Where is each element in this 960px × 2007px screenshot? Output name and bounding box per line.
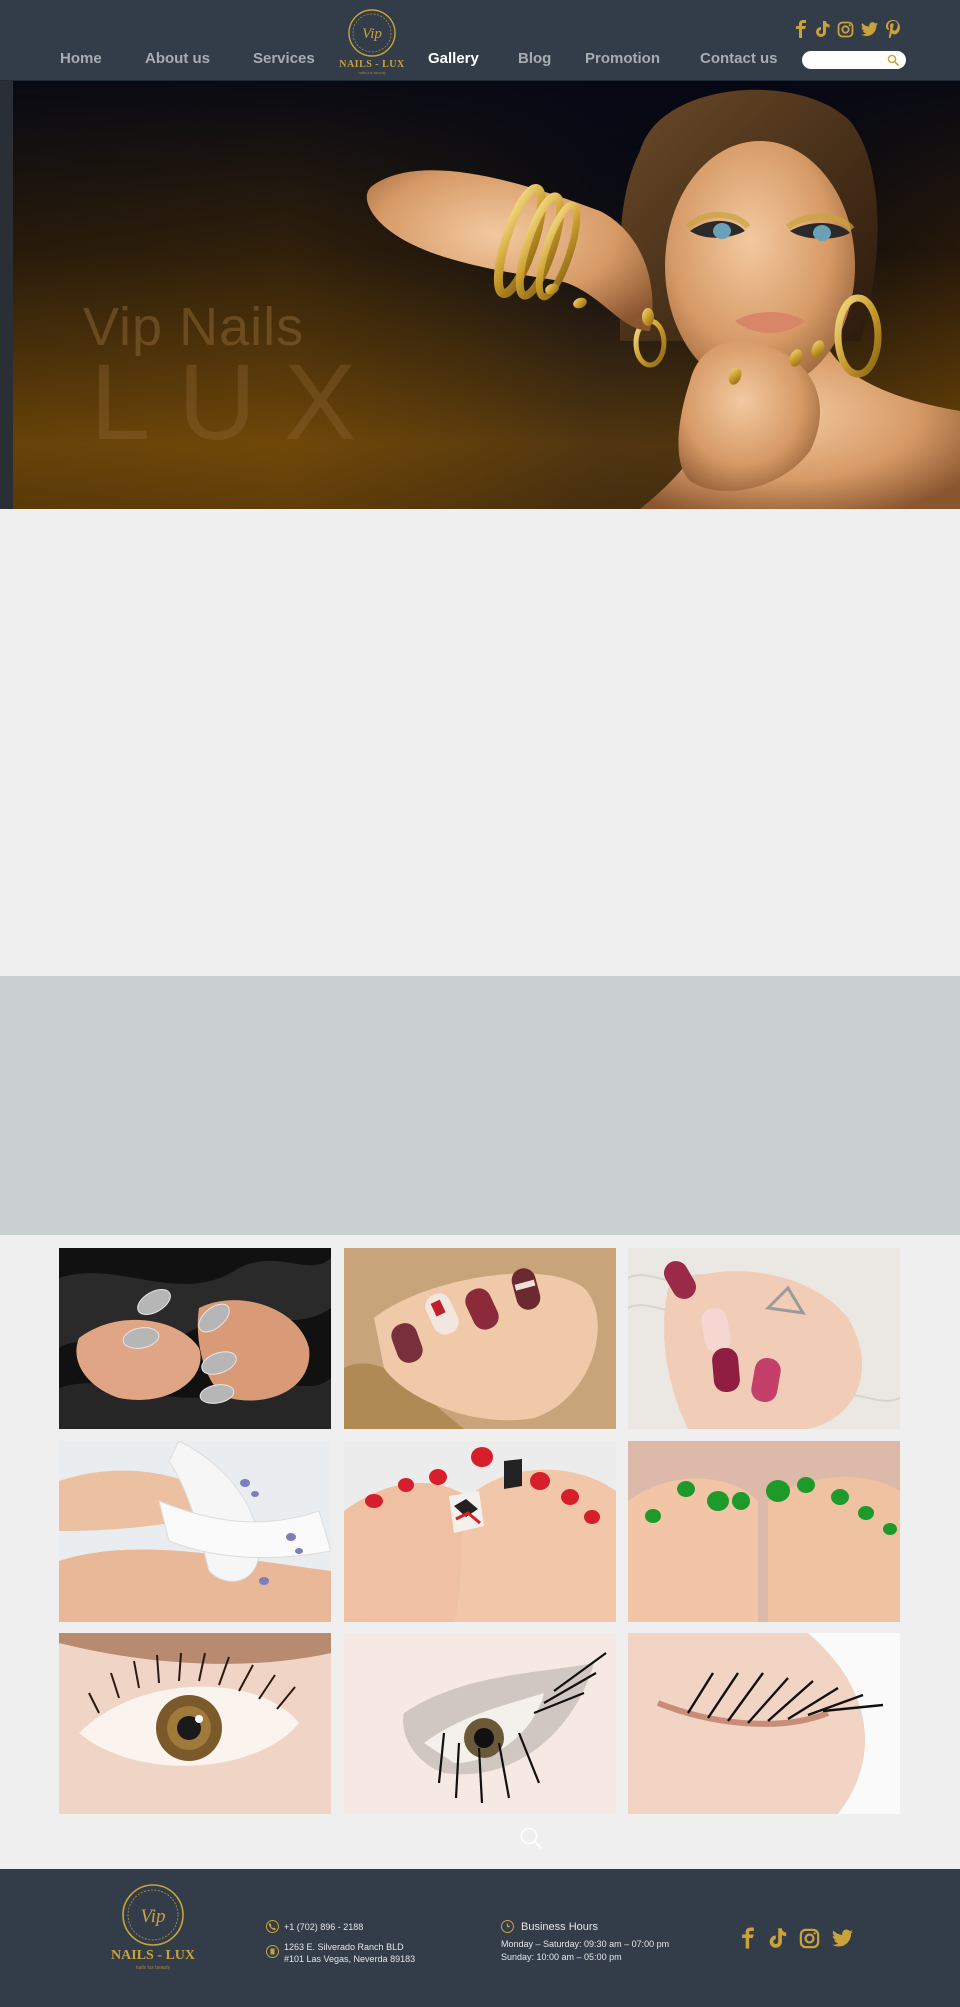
phone-icon <box>266 1920 279 1933</box>
hero-banner: Vip Nails LUX <box>0 81 960 509</box>
footer-phone[interactable]: +1 (702) 896 - 2188 <box>284 1922 363 1932</box>
footer-hours-sunday: Sunday: 10:00 am – 05:00 pm <box>501 1952 622 1962</box>
facebook-icon[interactable] <box>795 20 807 38</box>
nav-contact-us[interactable]: Contact us <box>700 50 778 67</box>
eyelash-extension-photo-2 <box>344 1633 616 1814</box>
site-footer: Vip NAILS - LUX nails lux beauty +1 (702… <box>0 1869 960 2007</box>
footer-logo-tagline: nails lux beauty <box>135 1965 171 1971</box>
logo-emblem-icon: Vip <box>348 9 396 57</box>
twitter-icon[interactable] <box>832 1929 853 1948</box>
gallery-image-eyelash-2[interactable] <box>344 1633 616 1814</box>
footer-logo-text: NAILS - LUX <box>110 1948 195 1963</box>
site-logo[interactable]: Vip NAILS - LUX nails lux beauty <box>338 7 406 75</box>
pink-nail-art-photo <box>628 1248 900 1429</box>
logo-tagline: nails lux beauty <box>358 70 386 75</box>
tiktok-icon[interactable] <box>814 20 830 38</box>
footer-hours-title: Business Hours <box>521 1921 599 1933</box>
footer-address-line1: 1263 E. Silverado Ranch BLD <box>284 1942 404 1952</box>
location-icon <box>266 1945 279 1958</box>
gallery-image-silver-manicure[interactable] <box>59 1248 331 1429</box>
tiktok-icon[interactable] <box>767 1927 787 1949</box>
header-social-links <box>795 20 901 38</box>
gallery-image-red-pedicure[interactable] <box>344 1441 616 1622</box>
hero-title-large: LUX <box>90 341 385 462</box>
twitter-icon[interactable] <box>861 21 878 37</box>
nav-about-us[interactable]: About us <box>145 50 210 67</box>
nav-services[interactable]: Services <box>253 50 315 67</box>
instagram-icon[interactable] <box>837 21 854 38</box>
gallery-image-burgundy-nail-art[interactable] <box>344 1248 616 1429</box>
blue-pedicure-photo <box>59 1441 331 1622</box>
green-pedicure-photo <box>628 1441 900 1622</box>
logo-monogram: Vip <box>362 26 382 42</box>
eyelash-extension-photo-3 <box>628 1633 900 1814</box>
eyelash-extension-photo-1 <box>59 1633 331 1814</box>
site-header: Home About us Services Gallery Blog Prom… <box>0 0 960 81</box>
footer-logo-monogram: Vip <box>141 1906 166 1927</box>
search-icon[interactable] <box>887 54 899 66</box>
footer-hours-weekdays: Monday – Saturday: 09:30 am – 07:00 pm <box>501 1939 670 1949</box>
content-section-light <box>0 509 960 976</box>
footer-social-links <box>741 1926 853 1950</box>
nav-promotion[interactable]: Promotion <box>585 50 660 67</box>
nav-blog[interactable]: Blog <box>518 50 551 67</box>
footer-address-line2: #101 Las Vegas, Neverda 89183 <box>284 1954 416 1964</box>
gallery-image-eyelash-3[interactable] <box>628 1633 900 1814</box>
logo-text: NAILS - LUX <box>339 59 405 70</box>
zoom-icon[interactable] <box>519 1826 543 1850</box>
red-pedicure-photo <box>344 1441 616 1622</box>
pinterest-icon[interactable] <box>885 20 901 38</box>
instagram-icon[interactable] <box>799 1928 820 1949</box>
gallery-image-green-pedicure[interactable] <box>628 1441 900 1622</box>
burgundy-nail-art-photo <box>344 1248 616 1429</box>
footer-logo[interactable]: Vip NAILS - LUX nails lux beauty <box>105 1882 201 1971</box>
facebook-icon[interactable] <box>741 1926 755 1950</box>
nav-gallery[interactable]: Gallery <box>428 50 479 67</box>
silver-manicure-photo <box>59 1248 331 1429</box>
search-input[interactable] <box>802 51 906 69</box>
gallery-image-blue-pedicure[interactable] <box>59 1441 331 1622</box>
content-section-grey <box>0 976 960 1235</box>
clock-icon <box>501 1920 514 1933</box>
footer-logo-emblem-icon: Vip <box>122 1884 184 1946</box>
gallery-image-eyelash-1[interactable] <box>59 1633 331 1814</box>
nav-home[interactable]: Home <box>60 50 102 67</box>
gallery-image-pink-nail-art[interactable] <box>628 1248 900 1429</box>
